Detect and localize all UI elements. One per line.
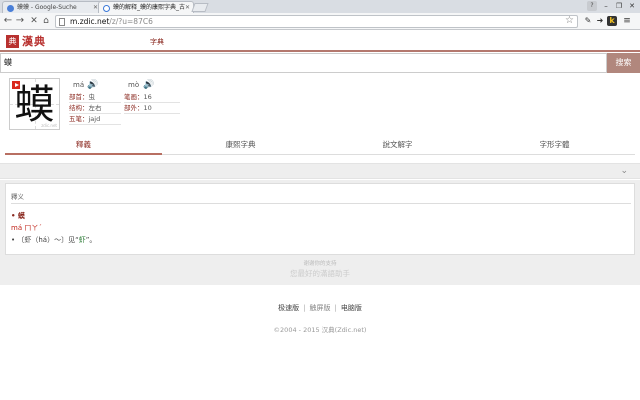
minimize-icon[interactable]: – [599,0,613,12]
tab-glyph-forms[interactable]: 字形字體 [476,137,633,155]
browser-tab-google[interactable]: 蟆蟆 - Google-Suche ✕ [2,1,102,13]
bookmark-star-icon[interactable]: ☆ [565,15,574,26]
definition-panel: 釋义 • 蟆 má ㄇㄚˊ • 〔虾（há）～〕见“虾”。 [5,183,635,255]
logo-seal: 典 [6,34,19,48]
footer-links: 极速版 | 触屏版 | 电脑版 [278,304,362,312]
loading-spinner-icon [103,5,110,12]
forward-icon[interactable]: → [14,14,26,28]
site-logo[interactable]: 典 漢典 [6,34,46,48]
home-icon[interactable]: ⌂ [40,14,52,28]
logo-text: 漢典 [22,35,46,48]
restore-icon[interactable]: ❐ [612,0,626,12]
character-box: 蟆 zdic.net [9,78,60,130]
tab-shiyi[interactable]: 釋義 [5,137,162,155]
definition-link[interactable]: 虾 [79,236,86,244]
collapse-bar[interactable]: ⌄ [0,163,640,179]
copyright: ©2004 - 2015 汉典(Zdic.net) [273,326,367,334]
url-text: m.zdic.net/z/?u=87C6 [70,17,153,26]
info-radical: 部首：虫 [69,93,121,103]
search-bar: 蟆 搜索 [0,53,640,73]
browser-tab-zdic[interactable]: 蟆的解释_蟆的康熙字典_古 ✕ [98,1,194,13]
footer-link-desktop[interactable]: 电脑版 [341,304,362,312]
footer-link-fast[interactable]: 极速版 [278,304,299,312]
divider [11,203,631,204]
info-outer-strokes: 部外：10 [124,104,180,114]
search-input[interactable]: 蟆 [0,53,607,73]
content-tabs: 釋義 康熙字典 說文解字 字形字體 [5,137,635,155]
pinyin-mo: mò [128,81,140,89]
tab-shuowen[interactable]: 說文解字 [319,137,476,155]
google-favicon-icon [7,5,14,12]
tab-title: 蟆的解释_蟆的康熙字典_古 [113,4,186,11]
menu-icon[interactable]: ≡ [622,16,632,26]
entry-pinyin: má ㄇㄚˊ [11,224,42,232]
tab-title: 蟆蟆 - Google-Suche [17,4,77,11]
footer-link-touch[interactable]: 触屏版 [310,304,331,312]
close-window-icon[interactable]: ✕ [625,0,639,12]
info-structure: 结构：左右 [69,104,121,114]
page-icon [59,18,65,26]
pinyin-ma: má [73,81,85,89]
panel-title: 釋义 [11,193,24,201]
stop-icon[interactable]: ✕ [28,14,40,28]
close-tab-icon[interactable]: ✕ [185,2,190,13]
speaker-icon[interactable]: 🔊 [143,80,154,90]
profile-button[interactable]: ? [587,1,597,11]
chevron-down-icon[interactable]: ⌄ [620,166,628,176]
tab-kangxi[interactable]: 康熙字典 [162,137,319,155]
play-stroke-animation-icon[interactable] [12,81,20,89]
entry-definition: • 〔虾（há）～〕见“虾”。 [11,236,97,244]
info-wubi: 五笔：jajd [69,115,121,125]
support-tagline: 您最好的滿語助手 [290,269,350,278]
search-button[interactable]: 搜索 [607,53,640,73]
watermark: zdic.net [41,123,57,128]
browser-toolbar: ← → ✕ ⌂ m.zdic.net/z/?u=87C6 ☆ ✎ ➜ k ≡ [0,13,640,30]
entry-heading: • 蟆 [11,212,25,220]
nav-zidian-link[interactable]: 字典 [150,37,164,47]
support-text: 谢谢你的支持 [303,261,337,267]
back-icon[interactable]: ← [2,14,14,28]
extension-wrench-icon[interactable]: ✎ [583,16,593,26]
new-tab-button[interactable] [191,3,209,12]
info-strokes: 笔画：16 [124,93,180,103]
browser-tabstrip: 蟆蟆 - Google-Suche ✕ 蟆的解释_蟆的康熙字典_古 ✕ ? – … [0,0,640,13]
extension-k-icon[interactable]: k [607,16,617,26]
site-header: 典 漢典 字典 [0,30,640,52]
extension-arrow-icon[interactable]: ➜ [595,16,605,26]
speaker-icon[interactable]: 🔊 [87,80,98,90]
address-bar[interactable]: m.zdic.net/z/?u=87C6 ☆ [55,15,578,28]
